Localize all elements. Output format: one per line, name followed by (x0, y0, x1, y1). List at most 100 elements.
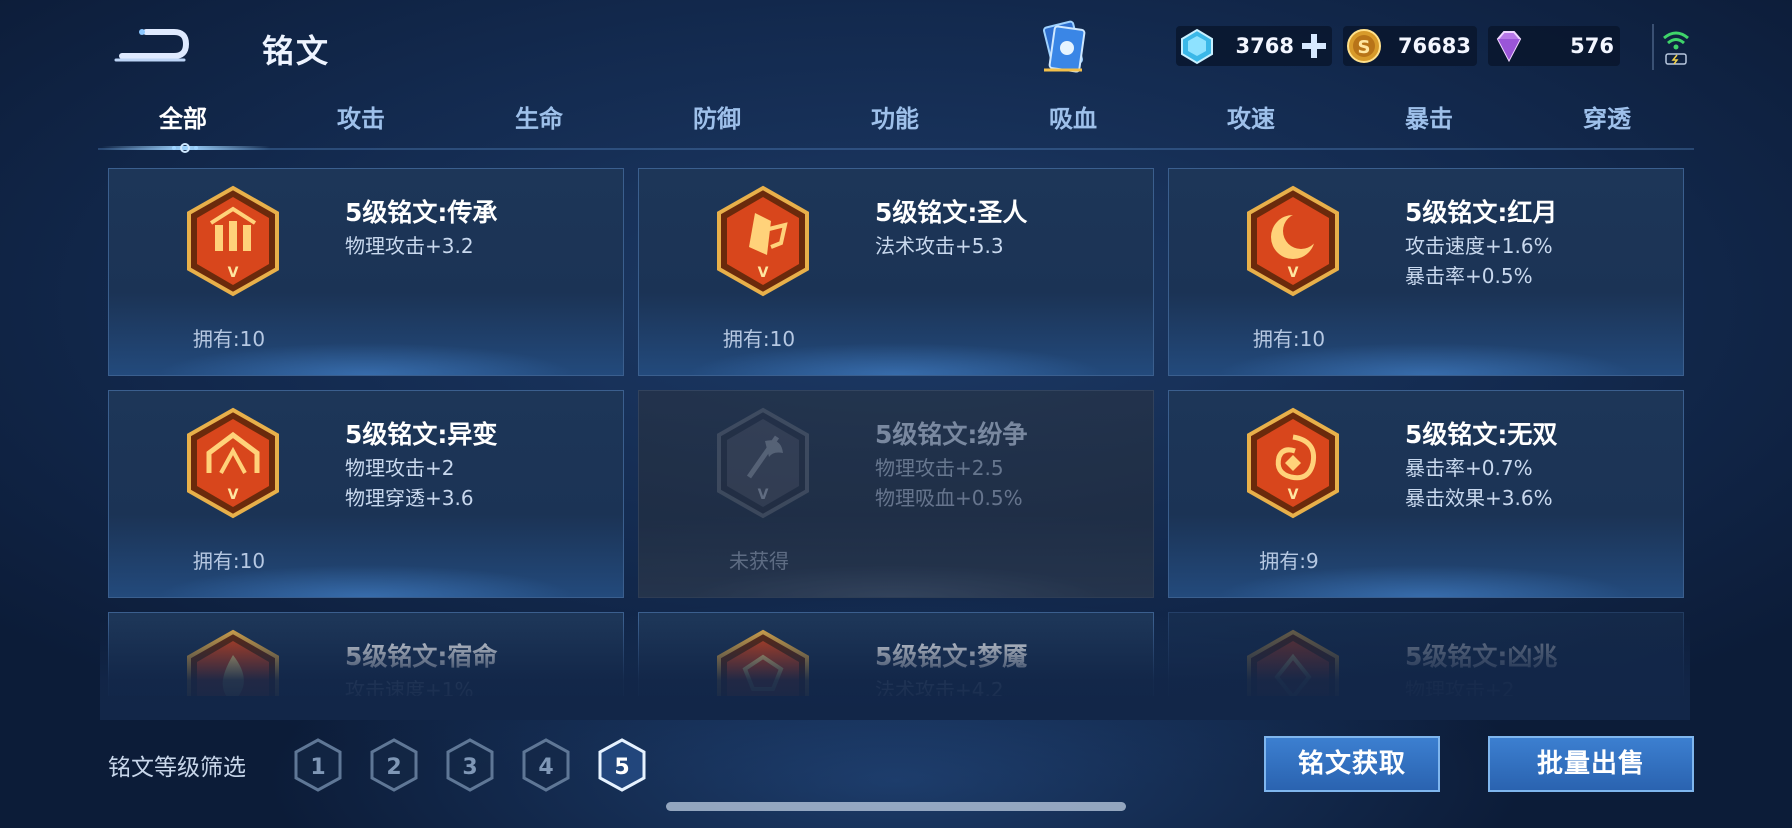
svg-text:V: V (228, 265, 239, 281)
wifi-icon (1663, 31, 1689, 65)
status-area (1652, 24, 1692, 70)
rune-name: 5级铭文:凶兆 (1405, 642, 1558, 671)
rune-owned-count: 拥有:10 (1252, 327, 1326, 351)
rune-stats: 物理攻击+3.2 (345, 231, 474, 261)
rune-card[interactable]: V 5级铭文:红月 攻击速度+1.6% 暴击率+0.5% 拥有:10 (1168, 168, 1684, 376)
rune-moon-icon: V (1247, 185, 1339, 297)
tab-utility[interactable]: 功能 (810, 102, 980, 146)
gem-count: 3768 (1235, 34, 1294, 58)
svg-text:V: V (1288, 487, 1299, 503)
rune-stat: 暴击率+0.5% (1405, 264, 1533, 288)
level-filter-3[interactable]: 3 (444, 737, 496, 793)
rune-name: 5级铭文:传承 (345, 198, 498, 227)
rune-owned-count: 拥有:9 (1259, 549, 1319, 573)
tab-penetration[interactable]: 穿透 (1522, 102, 1692, 146)
tab-attack[interactable]: 攻击 (276, 102, 446, 146)
level-filter-4-label: 4 (538, 755, 553, 780)
rune-card[interactable]: V 5级铭文:圣人 法术攻击+5.3 拥有:10 (638, 168, 1154, 376)
rune-swirl-icon: V (1247, 407, 1339, 519)
tab-lifesteal[interactable]: 吸血 (988, 102, 1158, 146)
rune-flame-icon (717, 629, 809, 696)
rune-stats: 物理攻击+2 物理穿透+3.6 (345, 453, 474, 513)
level-filter-1[interactable]: 1 (292, 737, 344, 793)
purple-diamond-icon (1496, 31, 1522, 63)
rune-owned-count: 拥有:10 (192, 327, 266, 351)
page-title: 铭文 (262, 32, 331, 70)
add-gem-button[interactable] (1300, 32, 1328, 60)
level-filter-1-label: 1 (310, 755, 325, 780)
rune-owned-count: 未获得 (729, 549, 789, 573)
rune-stat: 法术攻击+5.3 (875, 234, 1004, 258)
home-indicator[interactable] (666, 802, 1126, 811)
rune-stat: 物理穿透+3.6 (345, 486, 474, 510)
rune-owned-count: 拥有:10 (722, 327, 796, 351)
rune-card-locked[interactable]: V 5级铭文:纷争 物理攻击+2.5 物理吸血+0.5% 未获得 (638, 390, 1154, 598)
rune-arch-icon: V (187, 407, 279, 519)
rune-crystal-icon: V (717, 185, 809, 297)
tab-indicator-dots (172, 143, 198, 153)
rune-stat: 物理攻击+2 (1405, 678, 1515, 696)
rune-grid: V 5级铭文:传承 物理攻击+3.2 拥有:10 V 5级铭文:圣人 法术攻击+… (108, 168, 1684, 696)
svg-text:V: V (1288, 265, 1299, 281)
rune-stat: 攻击速度+1% (345, 678, 474, 696)
rune-stat: 暴击率+0.7% (1405, 456, 1533, 480)
gold-coin-icon: S (1347, 29, 1381, 63)
svg-text:V: V (758, 487, 769, 503)
card-deck-icon[interactable] (1034, 18, 1092, 78)
level-filter-4[interactable]: 4 (520, 737, 572, 793)
rune-owned-count: 拥有:10 (192, 549, 266, 573)
back-arrow-icon[interactable] (112, 22, 192, 66)
rune-stat: 暴击效果+3.6% (1405, 486, 1553, 510)
gold-count: 76683 (1397, 34, 1471, 58)
gem-currency: 3768 (1176, 26, 1332, 66)
rune-stats: 暴击率+0.7% 暴击效果+3.6% (1405, 453, 1553, 513)
rune-stats: 物理攻击+2.5 物理吸血+0.5% (875, 453, 1023, 513)
rune-card[interactable]: 5级铭文:梦魇 法术攻击+4.2 (638, 612, 1154, 696)
level-filter-5[interactable]: 5 (596, 737, 648, 793)
rune-flame-icon (187, 629, 279, 696)
tab-crit[interactable]: 暴击 (1344, 102, 1514, 146)
level-filter-2[interactable]: 2 (368, 737, 420, 793)
crystal-gem-icon (1181, 28, 1213, 65)
rune-flame-icon (1247, 629, 1339, 696)
gold-currency: S 76683 (1343, 26, 1477, 66)
rune-stats: 法术攻击+4.2 (875, 675, 1004, 696)
level-filter-5-label: 5 (614, 755, 629, 780)
rune-card[interactable]: 5级铭文:凶兆 物理攻击+2 (1168, 612, 1684, 696)
rune-stat: 物理吸血+0.5% (875, 486, 1023, 510)
diamond-count: 576 (1570, 34, 1614, 58)
diamond-currency: 576 (1488, 26, 1620, 66)
rune-name: 5级铭文:宿命 (345, 642, 498, 671)
rune-axe-icon: V (717, 407, 809, 519)
rune-card[interactable]: V 5级铭文:无双 暴击率+0.7% 暴击效果+3.6% 拥有:9 (1168, 390, 1684, 598)
bulk-sell-button[interactable]: 批量出售 (1488, 736, 1694, 792)
level-filter-3-label: 3 (462, 755, 477, 780)
rune-stat: 攻击速度+1.6% (1405, 234, 1553, 258)
rune-stats: 攻击速度+1% (345, 675, 474, 696)
rune-name: 5级铭文:纷争 (875, 420, 1028, 449)
rune-name: 5级铭文:圣人 (875, 198, 1028, 227)
rune-pillar-icon: V (187, 185, 279, 297)
tab-attack-speed[interactable]: 攻速 (1166, 102, 1336, 146)
level-filter-label: 铭文等级筛选 (108, 755, 246, 781)
svg-text:V: V (758, 265, 769, 281)
tab-defense[interactable]: 防御 (632, 102, 802, 146)
rune-name: 5级铭文:异变 (345, 420, 498, 449)
obtain-rune-button[interactable]: 铭文获取 (1264, 736, 1440, 792)
rune-stats: 法术攻击+5.3 (875, 231, 1004, 261)
rune-stat: 物理攻击+3.2 (345, 234, 474, 258)
svg-text:V: V (228, 487, 239, 503)
category-tabs: 全部 攻击 生命 防御 功能 吸血 攻速 暴击 穿透 (98, 98, 1694, 150)
tab-health[interactable]: 生命 (454, 102, 624, 146)
rune-card[interactable]: 5级铭文:宿命 攻击速度+1% (108, 612, 624, 696)
rune-name: 5级铭文:梦魇 (875, 642, 1028, 671)
rune-stat: 法术攻击+4.2 (875, 678, 1004, 696)
rune-card[interactable]: V 5级铭文:传承 物理攻击+3.2 拥有:10 (108, 168, 624, 376)
rune-stat: 物理攻击+2.5 (875, 456, 1004, 480)
tab-all[interactable]: 全部 (98, 102, 268, 146)
level-filter-2-label: 2 (386, 755, 401, 780)
rune-name: 5级铭文:红月 (1405, 198, 1558, 227)
rune-stats: 物理攻击+2 (1405, 675, 1514, 696)
rune-card[interactable]: V 5级铭文:异变 物理攻击+2 物理穿透+3.6 拥有:10 (108, 390, 624, 598)
rune-stat: 物理攻击+2 (345, 456, 455, 480)
